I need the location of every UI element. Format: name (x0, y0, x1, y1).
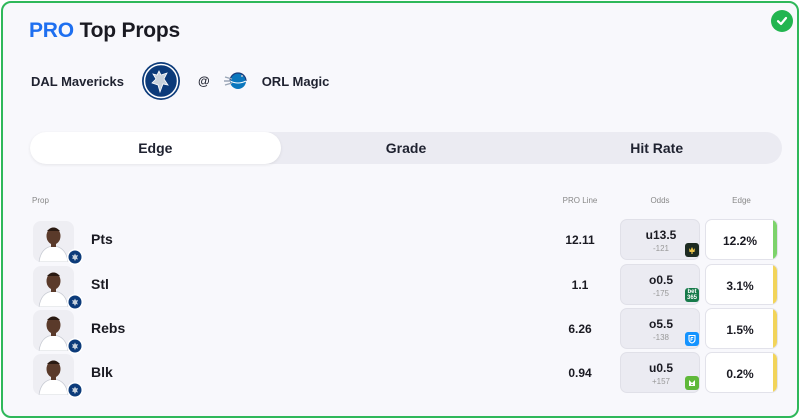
matchup: DAL Mavericks @ ORL Magic (31, 59, 329, 103)
column-prop: Prop (32, 196, 49, 205)
at-separator: @ (197, 74, 210, 88)
pro-line-value: 0.94 (568, 366, 592, 380)
check-circle-icon (771, 10, 793, 32)
edge-value: 1.5% (726, 323, 754, 337)
mavericks-logo-icon (141, 61, 181, 101)
top-props-card: PRO Top Props DAL Mavericks @ ORL Magic … (1, 1, 799, 418)
edge-indicator (773, 220, 777, 259)
title-label: Top Props (79, 19, 181, 42)
prop-stat: Rebs (91, 320, 126, 336)
fanduel-shield-icon (685, 332, 699, 346)
tab-edge[interactable]: Edge (30, 132, 281, 164)
odds-button[interactable]: u13.5 -121 (620, 219, 700, 260)
edge-cell: 3.1% (705, 264, 778, 305)
table-row[interactable]: Stl 1.1 o0.5 -175 bet 365 3.1% (3, 264, 797, 310)
odds-button[interactable]: o0.5 -175 bet 365 (620, 264, 700, 305)
column-edge: Edge (732, 196, 751, 205)
column-pro-line: PRO Line (562, 196, 598, 205)
odds-line: o5.5 (648, 317, 673, 331)
page-title: PRO Top Props (29, 19, 180, 43)
magic-logo-icon (223, 68, 250, 94)
tab-hit-rate[interactable]: Hit Rate (531, 132, 782, 164)
home-team-name: ORL Magic (261, 73, 330, 89)
bet365-icon: bet 365 (685, 288, 699, 302)
column-odds: Odds (650, 196, 670, 205)
edge-cell: 0.2% (705, 352, 778, 393)
prop-stat: Pts (91, 231, 113, 247)
team-logo-icon (67, 382, 83, 398)
prop-stat: Blk (91, 364, 113, 380)
edge-indicator (773, 265, 777, 304)
team-logo-icon (67, 249, 83, 265)
table-row[interactable]: Blk 0.94 u0.5 +157 0.2% (3, 352, 797, 398)
sort-tabs: Edge Grade Hit Rate (30, 132, 782, 164)
odds-button[interactable]: o5.5 -138 (620, 308, 700, 349)
odds-line: o0.5 (648, 273, 673, 287)
pro-label: PRO (29, 19, 74, 42)
edge-cell: 12.2% (705, 219, 778, 260)
pro-line-value: 12.11 (565, 233, 595, 247)
table-row[interactable]: Pts 12.11 u13.5 -121 12.2% (3, 219, 797, 265)
draftkings-icon (685, 376, 699, 390)
edge-indicator (773, 353, 777, 392)
pro-line-value: 6.26 (568, 322, 592, 336)
odds-line: u0.5 (648, 361, 673, 375)
table-row[interactable]: Rebs 6.26 o5.5 -138 1.5% (3, 308, 797, 354)
pro-line-value: 1.1 (571, 278, 589, 292)
tab-grade[interactable]: Grade (281, 132, 532, 164)
edge-value: 12.2% (722, 234, 758, 248)
edge-cell: 1.5% (705, 308, 778, 349)
edge-value: 3.1% (726, 279, 754, 293)
away-team-name: DAL Mavericks (31, 73, 124, 89)
odds-line: u13.5 (645, 228, 677, 242)
edge-value: 0.2% (726, 367, 754, 381)
odds-button[interactable]: u0.5 +157 (620, 352, 700, 393)
edge-indicator (773, 309, 777, 348)
prop-stat: Stl (91, 276, 109, 292)
draftkings-crown-icon (685, 243, 699, 257)
